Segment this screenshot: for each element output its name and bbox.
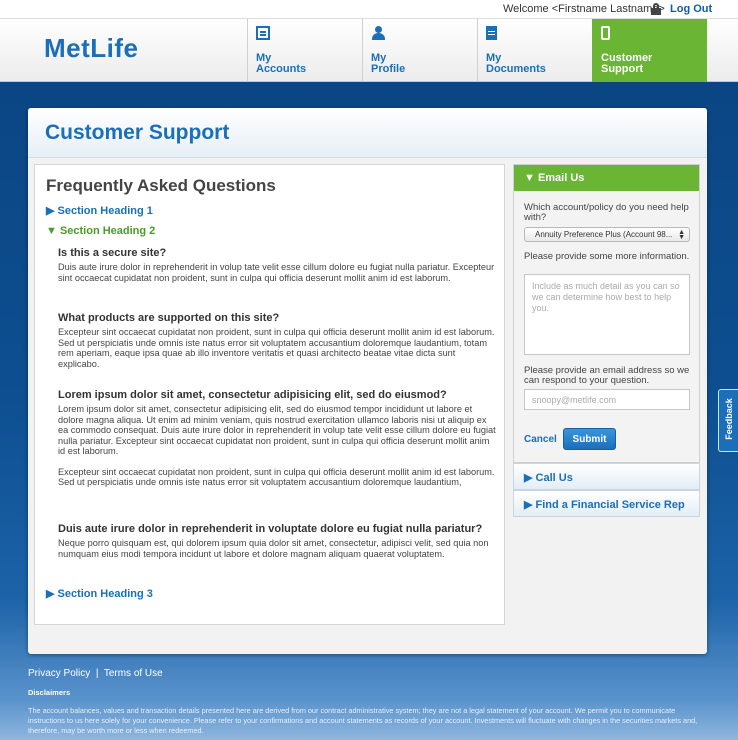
feedback-label: Feedback [724, 398, 734, 440]
section-heading-1[interactable]: ▶ Section Heading 1 [46, 204, 153, 217]
nav-my-documents[interactable]: My Documents [477, 19, 592, 82]
nav-label: My Accounts [256, 52, 307, 75]
nav-customer-support[interactable]: Customer Support [592, 19, 707, 82]
faq-item: Duis aute irure dolor in reprehenderit i… [58, 523, 498, 559]
cancel-link[interactable]: Cancel [524, 434, 557, 445]
nav-my-profile[interactable]: My Profile [362, 19, 477, 82]
top-utility-bar: Welcome <Firstname Lastname> Log Out [0, 0, 738, 19]
nav-my-accounts[interactable]: My Accounts [247, 19, 362, 82]
footer-separator: | [95, 668, 99, 679]
nav-label: Customer Support [601, 52, 653, 75]
faq-answer-continued: Excepteur sint occaecat cupidatat non pr… [58, 466, 495, 488]
account-select-value: Annuity Preference Plus (Account 98... [535, 230, 673, 239]
faq-item: Is this a secure site? Duis aute irure d… [58, 247, 498, 283]
disclaimers-heading: Disclaimers [28, 688, 71, 697]
faq-question: What products are supported on this site… [58, 312, 280, 324]
metlife-logo[interactable]: MetLife [44, 33, 139, 64]
section-heading-3[interactable]: ▶ Section Heading 3 [46, 587, 153, 600]
faq-box: Frequently Asked Questions ▶ Section Hea… [34, 164, 505, 625]
call-us-accordion[interactable]: ▶ Call Us [513, 463, 700, 490]
submit-button[interactable]: Submit [563, 428, 616, 450]
lock-icon [651, 3, 661, 15]
profile-icon [371, 26, 385, 40]
email-input[interactable]: snoopy@metlife.com [524, 389, 690, 410]
privacy-policy-link[interactable]: Privacy Policy [28, 668, 90, 679]
feedback-tab[interactable]: Feedback [718, 389, 738, 452]
email-label: Please provide an email address so we ca… [524, 365, 690, 386]
faq-answer: Lorem ipsum dolor sit amet, consectetur … [58, 404, 496, 456]
site-header: MetLife My Accounts My Profile My Documents… [0, 19, 738, 82]
faq-answer: Excepteur sint occaecat cupidatat non pr… [58, 327, 495, 369]
documents-icon [486, 26, 497, 40]
account-select[interactable]: Annuity Preference Plus (Account 98... ▲… [524, 227, 690, 242]
nav-label: My Profile [371, 52, 406, 75]
phone-icon [601, 26, 610, 40]
page-title: Customer Support [45, 121, 230, 144]
panel-header: Customer Support [28, 108, 707, 158]
terms-of-use-link[interactable]: Terms of Use [104, 668, 163, 679]
faq-question: Is this a secure site? [58, 247, 167, 259]
logout-link[interactable]: Log Out [670, 3, 712, 15]
info-label: Please provide some more information. [524, 251, 690, 262]
accounts-icon [256, 26, 270, 40]
email-us-header[interactable]: ▼ Email Us [514, 165, 699, 191]
faq-item: What products are supported on this site… [58, 312, 498, 369]
faq-question: Duis aute irure dolor in reprehenderit i… [58, 523, 483, 535]
select-arrows-icon: ▲ ▼ [678, 229, 685, 241]
faq-title: Frequently Asked Questions [46, 176, 276, 195]
welcome-text: Welcome <Firstname Lastname> [503, 3, 665, 15]
section-heading-2[interactable]: ▼ Section Heading 2 [46, 225, 155, 237]
account-label: Which account/policy do you need help wi… [524, 202, 689, 223]
faq-item: Lorem ipsum dolor sit amet, consectetur … [58, 389, 498, 488]
faq-question: Lorem ipsum dolor sit amet, consectetur … [58, 389, 447, 401]
nav-label: My Documents [486, 52, 546, 75]
footer-links: Privacy Policy | Terms of Use [28, 668, 163, 679]
faq-answer: Neque porro quisquam est, qui dolorem ip… [58, 538, 489, 559]
main-panel: Customer Support Frequently Asked Questi… [28, 108, 707, 654]
info-textarea[interactable]: Include as much detail as you can so we … [524, 274, 690, 355]
disclaimer-text: The account balances, values and transac… [28, 706, 698, 735]
find-rep-accordion[interactable]: ▶ Find a Financial Service Rep [513, 490, 700, 517]
faq-answer: Duis aute irure dolor in reprehenderit i… [58, 262, 495, 283]
email-us-panel: ▼ Email Us Which account/policy do you n… [513, 164, 700, 463]
